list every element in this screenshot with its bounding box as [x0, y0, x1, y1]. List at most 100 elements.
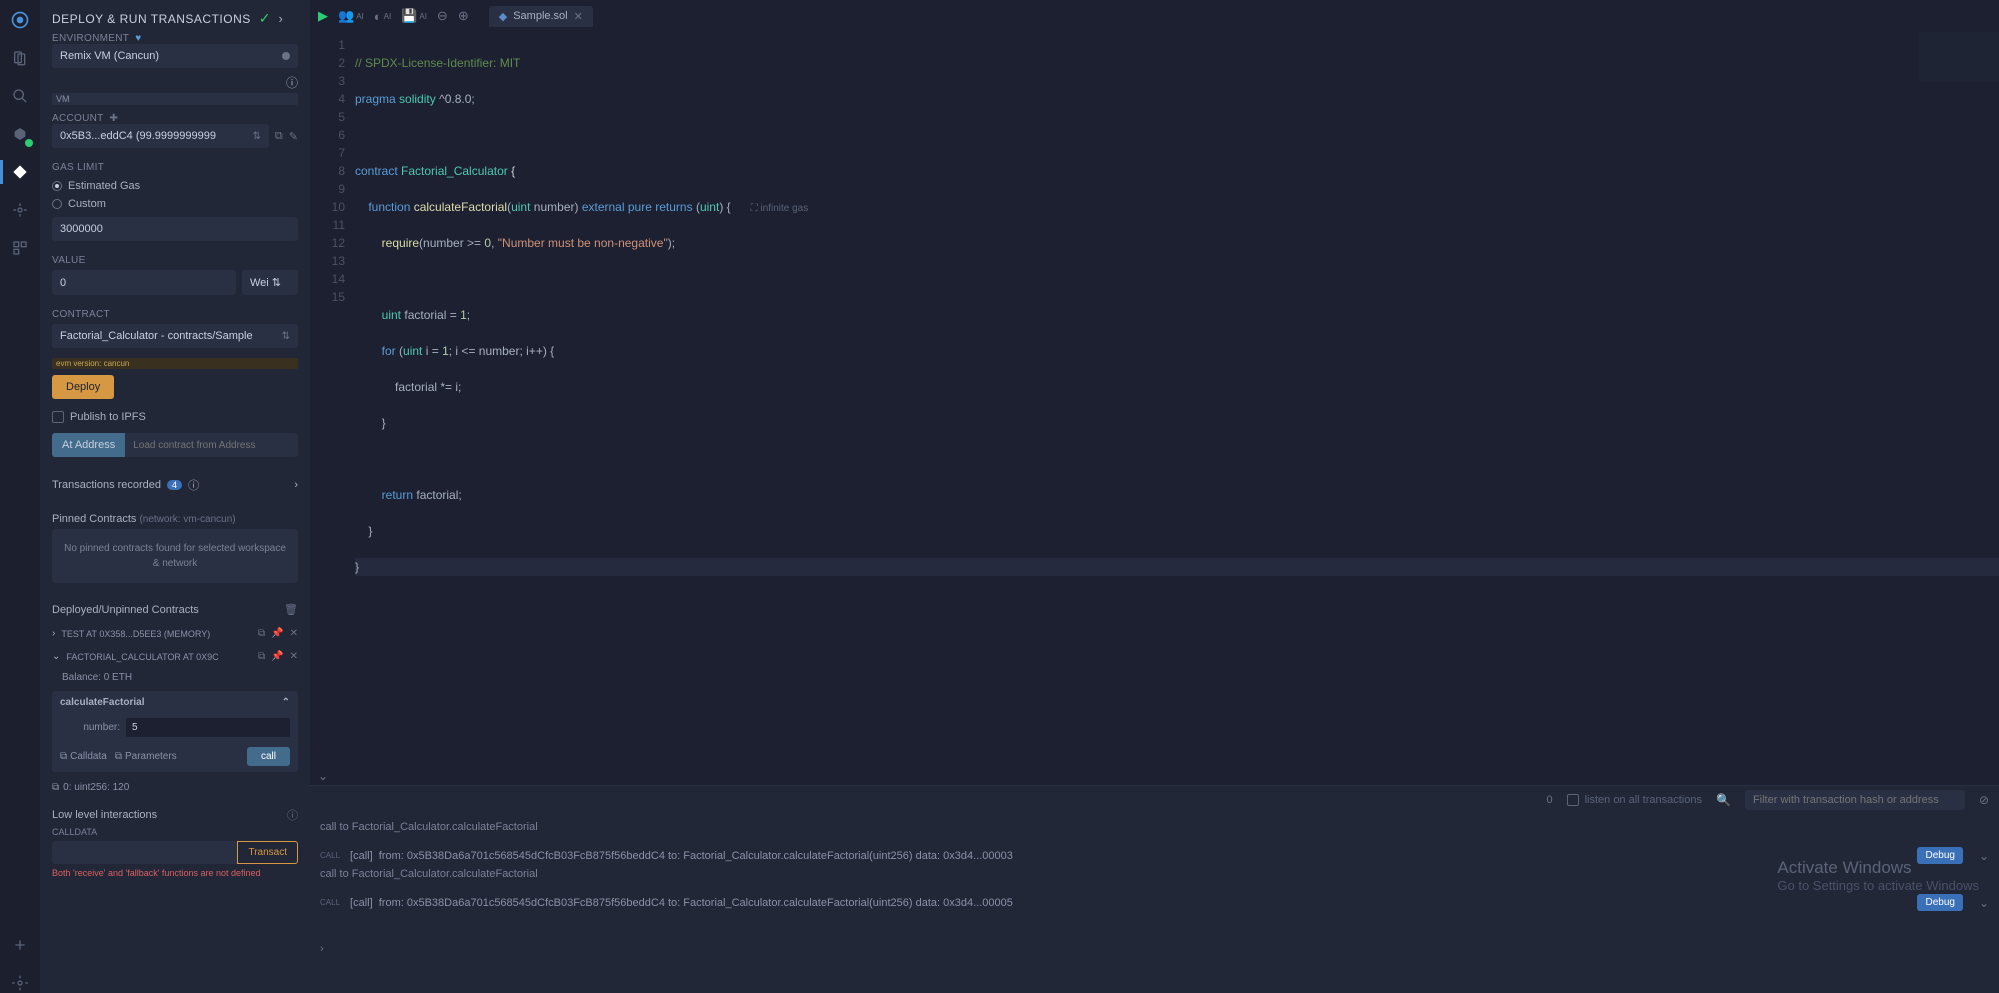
- chevron-up-icon[interactable]: ⌃: [282, 697, 290, 708]
- warning-text: Both 'receive' and 'fallback' functions …: [52, 864, 298, 882]
- call-button[interactable]: call: [247, 747, 290, 766]
- env-help-icon[interactable]: ♥: [135, 33, 141, 44]
- chevron-right-icon[interactable]: ›: [52, 628, 55, 639]
- terminal-bar: 0 listen on all transactions 🔍 ⊘: [310, 785, 1999, 813]
- gas-label: GAS LIMIT: [40, 156, 310, 177]
- low-level-section: Low level interactions ⓘ CALLDATA Transa…: [40, 799, 310, 890]
- value-label: VALUE: [40, 249, 310, 270]
- chevron-down-icon[interactable]: ⌄: [1979, 849, 1989, 863]
- copy-icon[interactable]: ⧉: [258, 651, 265, 662]
- info-icon[interactable]: ⓘ: [287, 807, 298, 823]
- chevron-down-icon[interactable]: ⌄: [52, 651, 60, 662]
- account-select[interactable]: 0x5B3...eddC4 (99.9999999999 ⇅: [52, 124, 269, 148]
- close-icon[interactable]: ✕: [574, 10, 583, 23]
- network-dot-icon: [282, 52, 290, 60]
- vm-badge: VM: [52, 93, 298, 105]
- deploy-icon[interactable]: [10, 162, 30, 182]
- tx-count-badge: 4: [167, 480, 182, 490]
- calldata-input[interactable]: [52, 841, 237, 864]
- deploy-button[interactable]: Deploy: [52, 375, 114, 399]
- line-gutter: 123456789101112131415: [310, 32, 355, 767]
- value-input[interactable]: [52, 270, 236, 295]
- parameters-toggle[interactable]: ⧉ Parameters: [115, 751, 177, 762]
- plugin-manager-icon[interactable]: [10, 935, 30, 955]
- account-plus-icon[interactable]: ✚: [110, 113, 118, 124]
- value-unit-select[interactable]: Wei ⇅: [242, 270, 298, 295]
- info-icon[interactable]: ⓘ: [188, 477, 199, 493]
- evm-version-tag: evm version: cancun: [52, 358, 298, 369]
- deploy-panel: DEPLOY & RUN TRANSACTIONS ✓ › ENVIRONMEN…: [40, 0, 310, 993]
- at-address-button[interactable]: At Address: [52, 433, 125, 457]
- pin-icon[interactable]: 📌: [271, 651, 283, 662]
- pinned-header: Pinned Contracts (network: vm-cancun): [40, 503, 310, 529]
- gas-estimated-radio[interactable]: Estimated Gas: [40, 177, 310, 195]
- copy-icon[interactable]: ⧉: [275, 130, 283, 143]
- transact-button[interactable]: Transact: [237, 841, 298, 864]
- param-input[interactable]: [126, 718, 290, 737]
- search-icon[interactable]: 🔍: [1716, 793, 1731, 807]
- settings-icon[interactable]: [10, 973, 30, 993]
- search-icon[interactable]: [10, 86, 30, 106]
- account-label: ACCOUNT: [52, 113, 104, 124]
- trash-icon[interactable]: 🗑: [284, 603, 298, 616]
- chevron-right-icon[interactable]: ›: [279, 11, 283, 26]
- tx-recorded-row[interactable]: Transactions recorded 4 ⓘ ›: [40, 467, 310, 503]
- edit-icon[interactable]: ✎: [289, 130, 298, 143]
- file-explorer-icon[interactable]: [10, 48, 30, 68]
- users-icon[interactable]: 👥AI: [338, 8, 364, 24]
- chevron-down-icon[interactable]: ⌄: [1979, 896, 1989, 910]
- close-icon[interactable]: ✕: [290, 651, 298, 662]
- copy-icon[interactable]: ⧉: [52, 782, 59, 793]
- minimap[interactable]: [1919, 32, 1999, 82]
- env-label: ENVIRONMENT: [52, 33, 129, 44]
- terminal-toggle[interactable]: ⌄: [310, 767, 1999, 785]
- function-box: calculateFactorial ⌃ number: ⧉ Calldata …: [52, 691, 298, 772]
- debugger-icon[interactable]: [10, 200, 30, 220]
- contract-item-1[interactable]: › TEST AT 0X358...D5EE3 (MEMORY) ⧉ 📌 ✕: [40, 622, 310, 645]
- at-address-input[interactable]: [125, 433, 298, 457]
- editor-toolbar: ▶ 👥AI ◐AI 💾AI ⊖ ⊕ ◆ Sample.sol ✕: [310, 0, 1999, 32]
- panel-title: DEPLOY & RUN TRANSACTIONS: [52, 12, 251, 26]
- listen-checkbox[interactable]: listen on all transactions: [1567, 794, 1702, 806]
- run-icon[interactable]: ▶: [318, 8, 328, 24]
- save-icon[interactable]: 💾AI: [401, 8, 427, 24]
- code-editor[interactable]: 123456789101112131415 // SPDX-License-Id…: [310, 32, 1999, 767]
- plugin-icon[interactable]: [10, 238, 30, 258]
- contract-select[interactable]: Factorial_Calculator - contracts/Sample …: [52, 324, 298, 348]
- zoom-out-icon[interactable]: ⊖: [437, 8, 448, 24]
- remix-logo-icon[interactable]: [10, 10, 30, 30]
- pin-icon[interactable]: 📌: [271, 628, 283, 639]
- chevron-down-icon: ⇅: [253, 131, 261, 142]
- debug-button[interactable]: Debug: [1917, 847, 1962, 864]
- balance: Balance: 0 ETH: [40, 668, 310, 687]
- function-header[interactable]: calculateFactorial ⌃: [52, 691, 298, 714]
- pinned-empty-msg: No pinned contracts found for selected w…: [52, 529, 298, 583]
- function-result: ⧉ 0: uint256: 120: [40, 776, 310, 799]
- contract-item-2[interactable]: ⌄ FACTORIAL_CALCULATOR AT 0X9C ⧉ 📌 ✕: [40, 645, 310, 668]
- solidity-icon: ◆: [499, 10, 507, 23]
- terminal-filter-input[interactable]: [1745, 790, 1965, 810]
- compiler-icon[interactable]: [10, 124, 30, 144]
- publish-ipfs-checkbox[interactable]: Publish to IPFS: [40, 407, 310, 433]
- copy-icon[interactable]: ⧉: [258, 628, 265, 639]
- chevron-right-icon[interactable]: ›: [294, 479, 298, 491]
- clear-icon[interactable]: ⊘: [1979, 793, 1989, 807]
- toggle-icon[interactable]: ◐AI: [374, 9, 391, 24]
- gas-input[interactable]: [52, 217, 298, 241]
- deployed-header: Deployed/Unpinned Contracts 🗑: [40, 593, 310, 622]
- contract-label: CONTRACT: [40, 303, 310, 324]
- zoom-in-icon[interactable]: ⊕: [458, 8, 469, 24]
- panel-header: DEPLOY & RUN TRANSACTIONS ✓ ›: [40, 0, 310, 33]
- terminal[interactable]: call to Factorial_Calculator.calculateFa…: [310, 813, 1999, 993]
- main-area: ▶ 👥AI ◐AI 💾AI ⊖ ⊕ ◆ Sample.sol ✕ 1234567…: [310, 0, 1999, 993]
- code-content[interactable]: // SPDX-License-Identifier: MIT pragma s…: [355, 32, 1999, 767]
- pending-count: 0: [1546, 794, 1552, 806]
- env-select[interactable]: Remix VM (Cancun): [52, 44, 298, 68]
- env-info-icon[interactable]: ⓘ: [286, 74, 298, 91]
- editor-tab[interactable]: ◆ Sample.sol ✕: [489, 6, 593, 27]
- terminal-prompt[interactable]: ›: [320, 913, 1989, 955]
- gas-custom-radio[interactable]: Custom: [40, 195, 310, 213]
- close-icon[interactable]: ✕: [290, 628, 298, 639]
- debug-button[interactable]: Debug: [1917, 894, 1962, 911]
- calldata-toggle[interactable]: ⧉ Calldata: [60, 751, 107, 762]
